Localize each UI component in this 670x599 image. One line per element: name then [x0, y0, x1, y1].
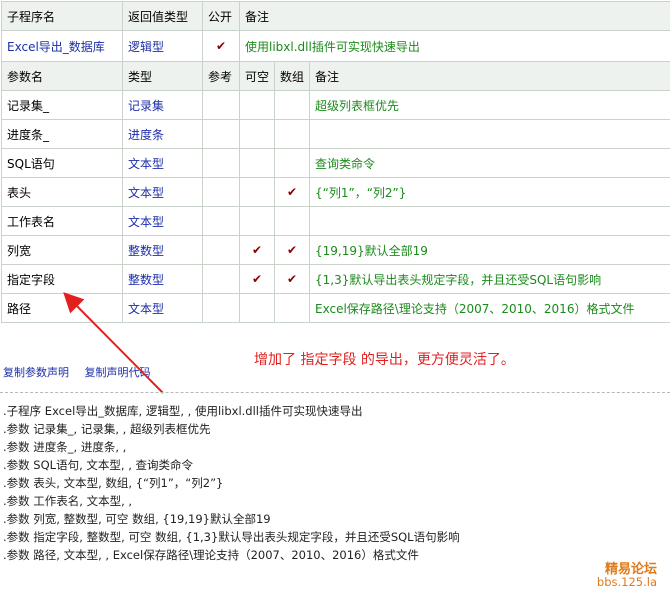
param-array-check-icon[interactable]: [274, 206, 310, 236]
param-ref-check-icon[interactable]: [202, 206, 240, 236]
code-line: .参数 指定字段, 整数型, 可空 数组, {1,3}默认导出表头规定字段，并且…: [3, 530, 460, 544]
func-row[interactable]: Excel导出_数据库 逻辑型 ✔ 使用libxl.dll插件可实现快速导出: [1, 30, 670, 62]
param-ref-check-icon[interactable]: [202, 293, 240, 323]
header-param-type: 类型: [122, 61, 203, 91]
param-nullable-check-icon[interactable]: [239, 206, 275, 236]
param-ref-check-icon[interactable]: [202, 177, 240, 207]
param-remark-cell[interactable]: [308, 119, 670, 149]
param-row[interactable]: 列宽 整数型 ✔ ✔ {19,19}默认全部19: [1, 235, 670, 265]
header-func-name: 子程序名: [1, 1, 123, 31]
header-param-array: 数组: [274, 61, 310, 91]
param-array-check-icon[interactable]: [274, 148, 310, 178]
code-line: .参数 进度条_, 进度条, ,: [3, 440, 127, 454]
watermark-url: bbs.125.la: [596, 575, 657, 589]
param-type-cell[interactable]: 文本型: [122, 206, 203, 236]
code-line: .参数 列宽, 整数型, 可空 数组, {19,19}默认全部19: [3, 512, 271, 526]
param-name-cell[interactable]: 工作表名: [1, 206, 123, 236]
header-param-remark: 备注: [308, 61, 670, 91]
header-param-name: 参数名: [1, 61, 123, 91]
func-header-row: 子程序名 返回值类型 公开 备注: [1, 1, 670, 31]
param-array-check-icon[interactable]: [274, 119, 310, 149]
param-nullable-check-icon[interactable]: [239, 90, 275, 120]
annotation-text: 增加了 指定字段 的导出，更方便灵活了。: [254, 352, 515, 368]
param-ref-check-icon[interactable]: [202, 148, 240, 178]
copy-code-link[interactable]: 复制声明代码: [85, 366, 151, 379]
header-public: 公开: [202, 1, 240, 31]
func-name-cell[interactable]: Excel导出_数据库: [1, 30, 123, 62]
param-ref-check-icon[interactable]: [202, 264, 240, 294]
param-nullable-check-icon[interactable]: [239, 293, 275, 323]
func-return-type-cell[interactable]: 逻辑型: [122, 30, 203, 62]
param-remark-cell[interactable]: {19,19}默认全部19: [308, 235, 670, 265]
param-nullable-check-icon[interactable]: ✔: [239, 264, 275, 294]
header-param-ref: 参考: [202, 61, 240, 91]
param-ref-check-icon[interactable]: [202, 119, 240, 149]
code-line: .参数 路径, 文本型, , Excel保存路径\理论支持（2007、2010、…: [3, 548, 419, 562]
declaration-table: 子程序名 返回值类型 公开 备注 Excel导出_数据库 逻辑型 ✔ 使用lib…: [1, 1, 670, 323]
param-row[interactable]: 指定字段 整数型 ✔ ✔ {1,3}默认导出表头规定字段，并且还受SQL语句影响: [1, 264, 670, 294]
param-header-row: 参数名 类型 参考 可空 数组 备注: [1, 61, 670, 91]
param-row[interactable]: 工作表名 文本型: [1, 206, 670, 236]
section-divider: [0, 392, 670, 393]
param-name-cell[interactable]: 记录集_: [1, 90, 123, 120]
param-row[interactable]: SQL语句 文本型 查询类命令: [1, 148, 670, 178]
code-line: .参数 SQL语句, 文本型, , 查询类命令: [3, 458, 194, 472]
code-line: .参数 工作表名, 文本型, ,: [3, 494, 133, 508]
param-array-check-icon[interactable]: ✔: [274, 264, 310, 294]
param-remark-cell[interactable]: 查询类命令: [308, 148, 670, 178]
param-name-cell[interactable]: 列宽: [1, 235, 123, 265]
copy-links: 复制参数声明 复制声明代码: [3, 364, 163, 380]
param-row[interactable]: 进度条_ 进度条: [1, 119, 670, 149]
code-line: .参数 表头, 文本型, 数组, {“列1”，“列2”}: [3, 476, 224, 490]
param-type-cell[interactable]: 整数型: [122, 235, 203, 265]
param-remark-cell[interactable]: {“列1”，“列2”}: [308, 177, 670, 207]
param-nullable-check-icon[interactable]: ✔: [239, 235, 275, 265]
func-remark-cell[interactable]: 使用libxl.dll插件可实现快速导出: [238, 30, 670, 62]
param-array-check-icon[interactable]: [274, 293, 310, 323]
param-array-check-icon[interactable]: [274, 90, 310, 120]
param-name-cell[interactable]: 表头: [1, 177, 123, 207]
param-type-cell[interactable]: 文本型: [122, 177, 203, 207]
param-array-check-icon[interactable]: ✔: [274, 235, 310, 265]
param-row[interactable]: 表头 文本型 ✔ {“列1”，“列2”}: [1, 177, 670, 207]
param-remark-cell[interactable]: Excel保存路径\理论支持（2007、2010、2016）格式文件: [308, 293, 670, 323]
param-row[interactable]: 路径 文本型 Excel保存路径\理论支持（2007、2010、2016）格式文件: [1, 293, 670, 323]
param-nullable-check-icon[interactable]: [239, 177, 275, 207]
param-row[interactable]: 记录集_ 记录集 超级列表框优先: [1, 90, 670, 120]
func-public-check-icon[interactable]: ✔: [202, 30, 240, 62]
param-type-cell[interactable]: 文本型: [122, 293, 203, 323]
declaration-code: .子程序 Excel导出_数据库, 逻辑型, , 使用libxl.dll插件可实…: [3, 402, 460, 564]
param-name-cell[interactable]: 指定字段: [1, 264, 123, 294]
param-remark-cell[interactable]: 超级列表框优先: [308, 90, 670, 120]
param-type-cell[interactable]: 整数型: [122, 264, 203, 294]
param-remark-cell[interactable]: [308, 206, 670, 236]
param-type-cell[interactable]: 记录集: [122, 90, 203, 120]
param-remark-cell[interactable]: {1,3}默认导出表头规定字段，并且还受SQL语句影响: [308, 264, 670, 294]
param-ref-check-icon[interactable]: [202, 235, 240, 265]
param-name-cell[interactable]: 进度条_: [1, 119, 123, 149]
param-array-check-icon[interactable]: ✔: [274, 177, 310, 207]
header-param-nullable: 可空: [239, 61, 275, 91]
code-line: .子程序 Excel导出_数据库, 逻辑型, , 使用libxl.dll插件可实…: [3, 404, 363, 418]
param-type-cell[interactable]: 进度条: [122, 119, 203, 149]
code-line: .参数 记录集_, 记录集, , 超级列表框优先: [3, 422, 211, 436]
copy-params-link[interactable]: 复制参数声明: [3, 366, 69, 379]
param-name-cell[interactable]: SQL语句: [1, 148, 123, 178]
param-nullable-check-icon[interactable]: [239, 148, 275, 178]
param-ref-check-icon[interactable]: [202, 90, 240, 120]
param-type-cell[interactable]: 文本型: [122, 148, 203, 178]
param-name-cell[interactable]: 路径: [1, 293, 123, 323]
param-nullable-check-icon[interactable]: [239, 119, 275, 149]
param-rows: 记录集_ 记录集 超级列表框优先 进度条_ 进度条 SQL语句 文本型 查询类命令 表头 文本型 ✔…: [1, 90, 670, 323]
header-func-remark: 备注: [238, 1, 670, 31]
header-return-type: 返回值类型: [122, 1, 203, 31]
